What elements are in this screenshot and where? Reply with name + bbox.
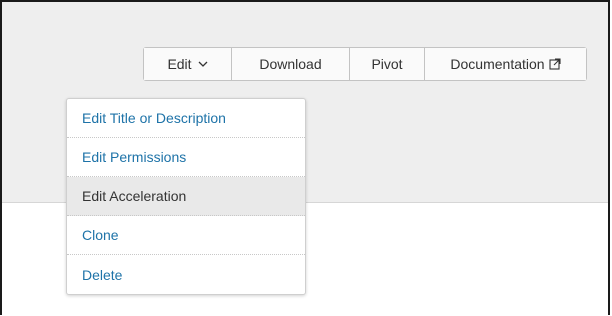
download-button[interactable]: Download xyxy=(232,48,350,80)
documentation-button-label: Documentation xyxy=(450,56,545,72)
pivot-button[interactable]: Pivot xyxy=(350,48,425,80)
menu-item-clone[interactable]: Clone xyxy=(67,216,305,255)
download-button-label: Download xyxy=(259,56,322,72)
edit-dropdown-button[interactable]: Edit xyxy=(144,48,232,80)
menu-item-edit-acceleration[interactable]: Edit Acceleration xyxy=(67,177,305,216)
pivot-button-label: Pivot xyxy=(371,56,403,72)
app-window: Edit Download Pivot Documentation Edit T… xyxy=(0,0,610,315)
edit-dropdown-menu: Edit Title or Description Edit Permissio… xyxy=(66,98,306,295)
chevron-down-icon xyxy=(198,61,208,67)
menu-item-edit-permissions[interactable]: Edit Permissions xyxy=(67,138,305,177)
menu-item-delete[interactable]: Delete xyxy=(67,255,305,294)
action-button-group: Edit Download Pivot Documentation xyxy=(143,47,587,81)
menu-item-edit-title[interactable]: Edit Title or Description xyxy=(67,99,305,138)
documentation-button[interactable]: Documentation xyxy=(425,48,586,80)
external-link-icon xyxy=(549,58,561,70)
edit-button-label: Edit xyxy=(167,56,192,72)
